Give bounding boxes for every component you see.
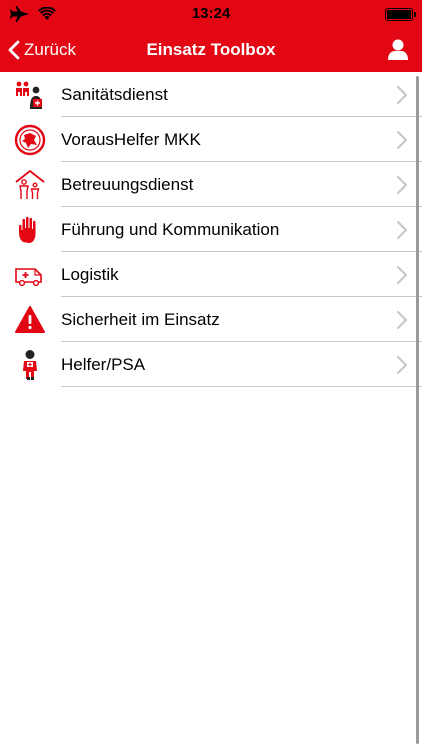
status-time: 13:24 (191, 5, 231, 22)
care-shelter-icon (14, 169, 46, 201)
chevron-right-icon (396, 265, 408, 285)
list-item-sanitaetsdienst[interactable]: Sanitätsdienst (0, 72, 422, 117)
list-item-vorashelfer-mkk[interactable]: VorausHelfer MKK (0, 117, 422, 162)
toolbox-list: Sanitätsdienst VorausHelfer MKK Betreuun… (0, 72, 422, 387)
chevron-right-icon (396, 130, 408, 150)
ambulance-icon (14, 259, 46, 291)
list-item-fuehrung-und-kommunikation[interactable]: Führung und Kommunikation (0, 207, 422, 252)
page-title: Einsatz Toolbox (146, 40, 276, 59)
list-item-label: Sicherheit im Einsatz (61, 310, 220, 329)
helper-person-icon (14, 349, 46, 381)
medics-icon (14, 79, 46, 111)
list-item-logistik[interactable]: Logistik (0, 252, 422, 297)
list-item-helfer-psa[interactable]: Helfer/PSA (0, 342, 422, 387)
chevron-right-icon (396, 310, 408, 330)
chevron-right-icon (396, 85, 408, 105)
list-item-label: VorausHelfer MKK (61, 130, 201, 149)
list-item-label: Helfer/PSA (61, 355, 146, 374)
navigation-bar: Zurück Einsatz Toolbox (0, 28, 422, 72)
chevron-right-icon (396, 220, 408, 240)
status-bar: 13:24 (0, 0, 422, 28)
chevron-right-icon (396, 175, 408, 195)
scroll-indicator[interactable] (416, 76, 419, 744)
stop-hand-icon (14, 214, 46, 246)
list-item-betreuungsdienst[interactable]: Betreuungsdienst (0, 162, 422, 207)
chevron-right-icon (396, 355, 408, 375)
warning-triangle-icon (14, 304, 46, 336)
vorashelfer-emblem-icon (14, 124, 46, 156)
user-icon[interactable] (386, 38, 410, 62)
list-item-label: Logistik (61, 265, 119, 284)
list-item-label: Führung und Kommunikation (61, 220, 280, 239)
list-item-label: Betreuungsdienst (61, 175, 194, 194)
list-item-sicherheit-im-einsatz[interactable]: Sicherheit im Einsatz (0, 297, 422, 342)
row-separator (61, 386, 422, 387)
list-item-label: Sanitätsdienst (61, 85, 168, 104)
battery-icon (385, 8, 416, 21)
